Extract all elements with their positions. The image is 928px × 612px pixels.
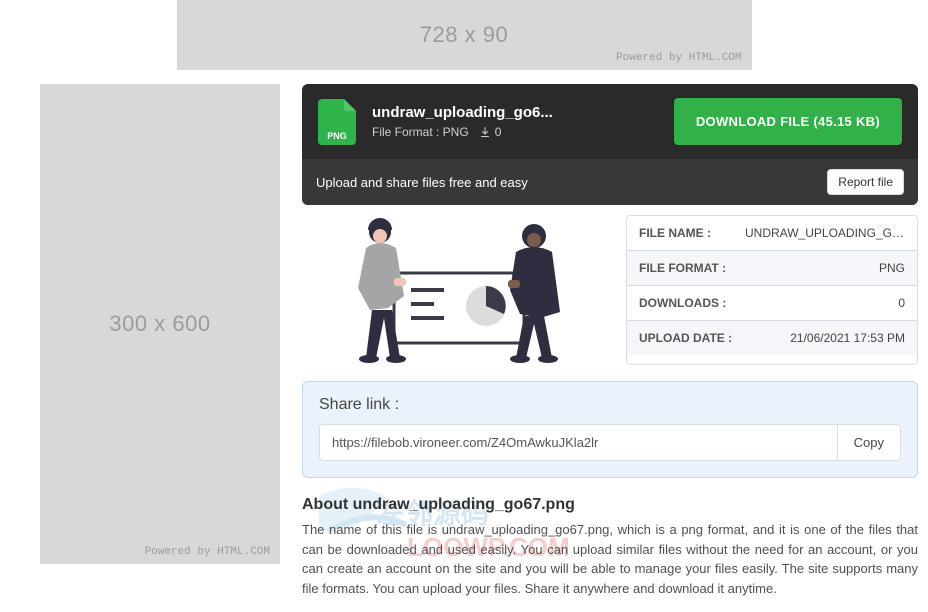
ad-side-placeholder: 300 x 600 Powered by HTML.COM bbox=[40, 84, 280, 564]
file-name: undraw_uploading_go6... bbox=[372, 104, 602, 121]
info-label-filename: FILE NAME : bbox=[639, 226, 711, 240]
download-icon bbox=[479, 126, 491, 138]
ad-top-powered: Powered by HTML.COM bbox=[616, 52, 741, 64]
share-title: Share link : bbox=[319, 396, 901, 414]
info-value-format: PNG bbox=[879, 261, 905, 275]
share-link-input[interactable] bbox=[319, 424, 837, 461]
table-row: FILE NAME : UNDRAW_UPLOADING_GO6... bbox=[627, 216, 917, 251]
download-count: 0 bbox=[479, 125, 502, 139]
tagline: Upload and share files free and easy bbox=[316, 175, 528, 190]
table-row: UPLOAD DATE : 21/06/2021 17:53 PM bbox=[627, 321, 917, 355]
file-card: PNG undraw_uploading_go6... File Format … bbox=[302, 84, 918, 205]
info-label-date: UPLOAD DATE : bbox=[639, 331, 732, 345]
info-label-downloads: DOWNLOADS : bbox=[639, 296, 726, 310]
file-format-label: File Format : PNG bbox=[372, 125, 469, 139]
info-value-downloads: 0 bbox=[898, 296, 905, 310]
about-section: About undraw_uploading_go67.png The name… bbox=[302, 496, 918, 598]
about-heading: About undraw_uploading_go67.png bbox=[302, 496, 918, 514]
file-type-icon: PNG bbox=[318, 99, 356, 145]
copy-button[interactable]: Copy bbox=[837, 424, 901, 461]
ad-top-label: 728 x 90 bbox=[420, 22, 508, 48]
download-button[interactable]: DOWNLOAD FILE (45.15 KB) bbox=[674, 98, 902, 145]
file-info-table: FILE NAME : UNDRAW_UPLOADING_GO6... FILE… bbox=[626, 215, 918, 365]
table-row: FILE FORMAT : PNG bbox=[627, 251, 917, 286]
ad-side-powered: Powered by HTML.COM bbox=[145, 546, 270, 558]
info-value-filename: UNDRAW_UPLOADING_GO6... bbox=[745, 226, 905, 240]
report-file-button[interactable]: Report file bbox=[827, 169, 904, 195]
info-value-date: 21/06/2021 17:53 PM bbox=[790, 331, 905, 345]
ad-side-label: 300 x 600 bbox=[109, 311, 210, 337]
illustration bbox=[302, 215, 610, 365]
file-ext-badge: PNG bbox=[318, 131, 356, 141]
about-body: The name of this file is undraw_uploadin… bbox=[302, 520, 918, 598]
share-panel: Share link : Copy bbox=[302, 381, 918, 478]
info-label-format: FILE FORMAT : bbox=[639, 261, 726, 275]
ad-top-placeholder: 728 x 90 Powered by HTML.COM bbox=[177, 0, 752, 70]
table-row: DOWNLOADS : 0 bbox=[627, 286, 917, 321]
